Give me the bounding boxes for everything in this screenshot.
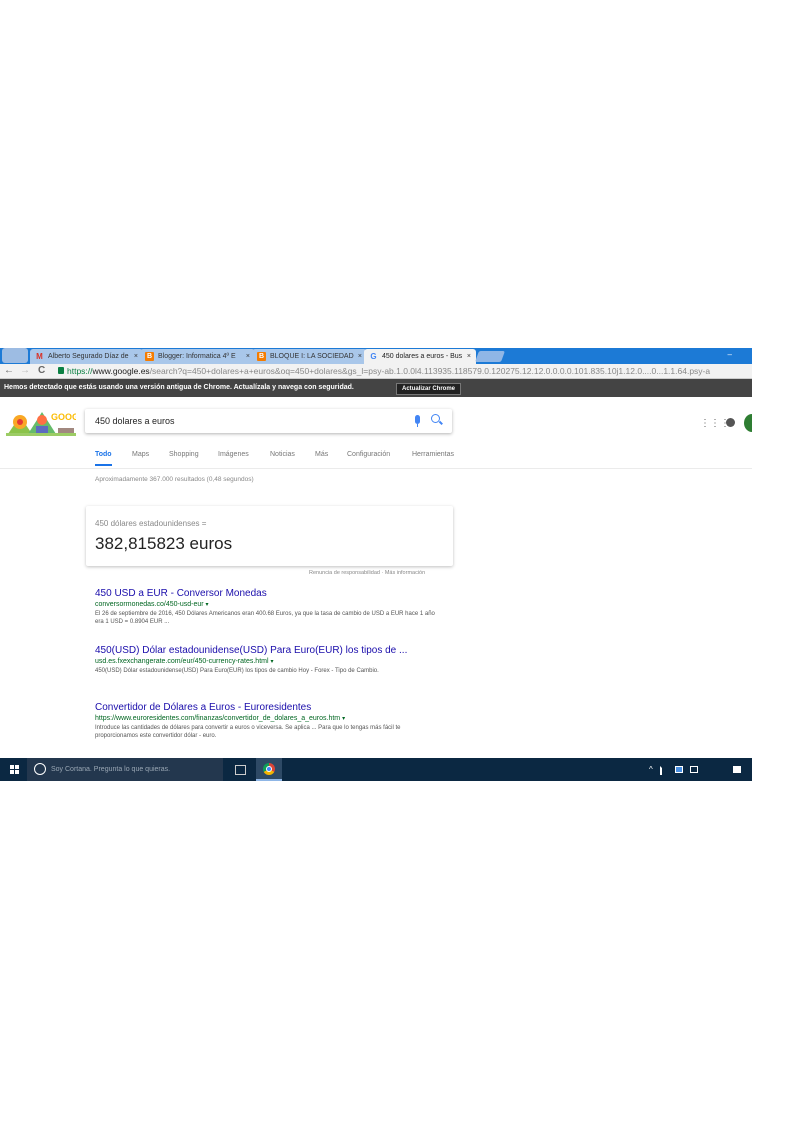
tab-todo[interactable]: Todo — [95, 446, 112, 466]
tab-imagenes[interactable]: Imágenes — [218, 446, 249, 464]
lock-icon — [58, 367, 64, 374]
dropdown-arrow-icon[interactable]: ▾ — [270, 659, 273, 665]
profile-menu-button[interactable] — [2, 348, 28, 363]
tab-maps[interactable]: Maps — [132, 446, 149, 464]
search-result: 450(USD) Dólar estadounidense(USD) Para … — [95, 645, 440, 675]
volume-icon[interactable] — [660, 766, 670, 775]
logo-text: GOOGLE — [51, 412, 76, 422]
tab-strip: M Alberto Segurado Díaz de × B Blogger: … — [0, 348, 752, 364]
account-avatar[interactable] — [744, 414, 752, 432]
tab-label: 450 dolares a euros - Bus — [382, 353, 463, 360]
tab-bloque[interactable]: B BLOQUE I: LA SOCIEDAD × — [252, 349, 367, 364]
result-snippet: Introduce las cantidades de dólares para… — [95, 725, 401, 739]
blogger-icon: B — [257, 352, 266, 361]
notifications-icon[interactable] — [726, 418, 735, 427]
tab-configuracion[interactable]: Configuración — [347, 446, 390, 464]
result-url: usd.es.fxexchangerate.com/eur/450-curren… — [95, 658, 274, 665]
tab-blogger[interactable]: B Blogger: Informatica 4º E × — [140, 349, 255, 364]
browser-toolbar: ← → C https://www.google.es/search?q=450… — [0, 364, 752, 379]
dropdown-arrow-icon[interactable]: ▾ — [206, 602, 209, 608]
tab-mas[interactable]: Más — [315, 446, 328, 464]
chrome-icon — [263, 763, 275, 775]
result-title[interactable]: 450(USD) Dólar estadounidense(USD) Para … — [95, 645, 440, 657]
tab-google-search[interactable]: G 450 dolares a euros - Bus × — [364, 349, 476, 364]
cortana-icon — [34, 763, 46, 775]
tab-label: Alberto Segurado Díaz de — [48, 353, 129, 360]
search-result: 450 USD a EUR - Conversor Monedas conver… — [95, 588, 440, 626]
result-snippet: El 26 de septiembre de 2016, 450 Dólares… — [95, 611, 435, 625]
result-url: conversormonedas.co/450-usd-eur ▾ — [95, 601, 209, 608]
result-stats: Aproximadamente 367.000 resultados (0,48… — [95, 476, 254, 483]
update-chrome-button[interactable]: Actualizar Chrome — [396, 383, 462, 395]
tab-label: BLOQUE I: LA SOCIEDAD — [270, 353, 354, 360]
chrome-taskbar-button[interactable] — [256, 758, 282, 781]
result-snippet: 450(USD) Dólar estadounidense(USD) Para … — [95, 668, 379, 674]
result-url: https://www.euroresidentes.com/finanzas/… — [95, 715, 346, 722]
network-icon[interactable] — [690, 766, 698, 773]
search-result: Convertidor de Dólares a Euros - Eurores… — [95, 702, 440, 740]
tab-close-icon[interactable]: × — [246, 349, 250, 364]
tray-chevron-icon[interactable]: ^ — [649, 758, 653, 781]
google-icon: G — [370, 352, 377, 361]
update-infobar: Hemos detectado que estás usando una ver… — [0, 379, 752, 397]
keyboard-icon[interactable] — [675, 766, 683, 773]
blogger-icon: B — [145, 352, 154, 361]
search-icon[interactable] — [431, 414, 440, 423]
screenshot: M Alberto Segurado Díaz de × B Blogger: … — [0, 348, 752, 781]
converter-disclaimer[interactable]: Renuncia de responsabilidad · Más inform… — [309, 570, 425, 576]
tab-noticias[interactable]: Noticias — [270, 446, 295, 464]
search-box[interactable]: 450 dolares a euros — [85, 409, 452, 433]
search-tabs: Todo Maps Shopping Imágenes Noticias Más… — [0, 446, 752, 469]
tab-close-icon[interactable]: × — [134, 349, 138, 364]
windows-taskbar: Soy Cortana. Pregunta lo que quieras. ^ — [0, 758, 752, 781]
tab-gmail[interactable]: M Alberto Segurado Díaz de × — [30, 349, 143, 364]
currency-converter-card: 450 dólares estadounidenses = 382,815823… — [86, 506, 453, 566]
tab-label: Blogger: Informatica 4º E — [158, 353, 236, 360]
minimize-button[interactable]: – — [728, 348, 732, 362]
address-bar[interactable]: https://www.google.es/search?q=450+dolar… — [67, 365, 752, 377]
result-title[interactable]: Convertidor de Dólares a Euros - Eurores… — [95, 702, 440, 714]
tab-shopping[interactable]: Shopping — [169, 446, 199, 464]
converter-result: 382,815823 euros — [95, 534, 233, 553]
dropdown-arrow-icon[interactable]: ▾ — [342, 716, 345, 722]
microphone-icon[interactable] — [415, 415, 420, 427]
infobar-message: Hemos detectado que estás usando una ver… — [4, 384, 354, 391]
forward-icon[interactable]: → — [20, 364, 30, 378]
result-title[interactable]: 450 USD a EUR - Conversor Monedas — [95, 588, 440, 600]
cortana-placeholder: Soy Cortana. Pregunta lo que quieras. — [51, 766, 171, 773]
new-tab-button[interactable] — [474, 351, 506, 362]
action-center-icon[interactable] — [733, 766, 741, 773]
tab-close-icon[interactable]: × — [358, 349, 362, 364]
google-doodle-logo[interactable]: GOOGLE — [6, 408, 76, 436]
converter-from: 450 dólares estadounidenses = — [95, 519, 207, 528]
cortana-search-box[interactable]: Soy Cortana. Pregunta lo que quieras. — [27, 758, 223, 781]
gmail-icon: M — [36, 352, 43, 361]
tab-herramientas[interactable]: Herramientas — [412, 446, 454, 464]
back-icon[interactable]: ← — [4, 364, 14, 378]
reload-icon[interactable]: C — [38, 364, 45, 378]
task-view-icon[interactable] — [235, 765, 246, 775]
windows-start-icon[interactable] — [10, 765, 19, 774]
tab-close-icon[interactable]: × — [467, 349, 471, 364]
search-input[interactable]: 450 dolares a euros — [95, 409, 175, 433]
